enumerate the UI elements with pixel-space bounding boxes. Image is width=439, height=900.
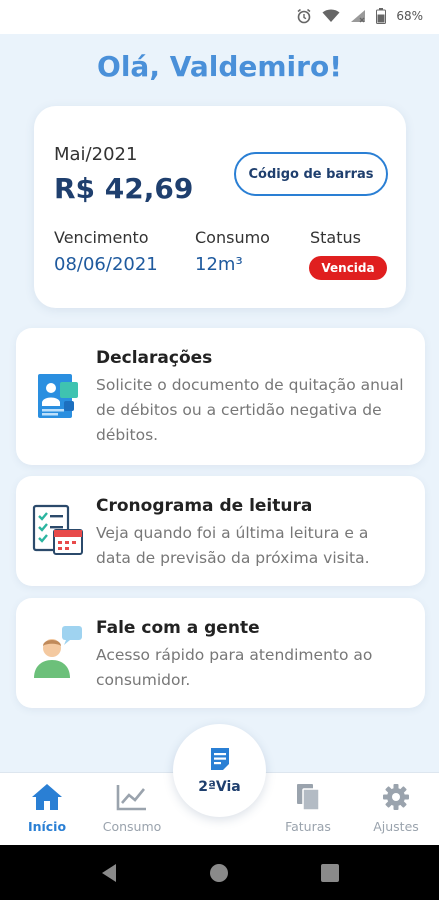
due-date-value: 08/06/2021 xyxy=(54,254,158,275)
document-certificate-icon xyxy=(30,368,86,424)
greeting-title: Olá, Valdemiro! xyxy=(97,50,342,83)
nav-invoices-label: Faturas xyxy=(285,819,331,834)
documents-icon xyxy=(292,783,324,815)
bill-month: Mai/2021 xyxy=(54,144,138,165)
reading-schedule-card[interactable]: Cronograma de leitura Veja quando foi a … xyxy=(16,476,425,586)
contact-us-description: Acesso rápido para atendimento ao consum… xyxy=(96,646,373,689)
bill-amount: R$ 42,69 xyxy=(54,172,194,205)
signal-icon xyxy=(350,9,366,23)
wifi-icon xyxy=(322,9,340,23)
declarations-description: Solicite o documento de quitação anual d… xyxy=(96,376,404,444)
nav-consumption-label: Consumo xyxy=(102,819,162,834)
alarm-icon xyxy=(296,8,312,24)
consumption-value: 12m³ xyxy=(195,254,243,275)
consumption-label: Consumo xyxy=(195,228,270,247)
checklist-calendar-icon xyxy=(30,502,86,558)
battery-percent: 68% xyxy=(396,9,423,23)
contact-us-card[interactable]: Fale com a gente Acesso rápido para aten… xyxy=(16,598,425,708)
barcode-button[interactable]: Código de barras xyxy=(234,152,388,196)
status-label: Status xyxy=(310,228,361,247)
declarations-card[interactable]: Declarações Solicite o documento de quit… xyxy=(16,328,425,465)
nav-home-label: Início xyxy=(27,819,67,834)
nav-consumption[interactable]: Consumo xyxy=(97,783,167,834)
battery-icon xyxy=(376,8,387,24)
nav-settings[interactable]: Ajustes xyxy=(361,783,431,834)
home-circle-icon[interactable] xyxy=(209,863,229,887)
nav-invoices[interactable]: Faturas xyxy=(273,783,343,834)
android-navigation-bar xyxy=(0,845,439,900)
bill-card[interactable]: Mai/2021 R$ 42,69 Código de barras Venci… xyxy=(34,106,406,308)
second-copy-button[interactable]: 2ªVia xyxy=(173,724,266,817)
status-icons: 68% xyxy=(296,8,423,24)
nav-home[interactable]: Início xyxy=(12,783,82,834)
declarations-title: Declarações xyxy=(96,348,213,368)
status-badge: Vencida xyxy=(309,256,387,280)
due-date-label: Vencimento xyxy=(54,228,149,247)
home-icon xyxy=(31,783,63,815)
second-copy-label: 2ªVia xyxy=(198,778,241,795)
nav-settings-label: Ajustes xyxy=(373,819,419,834)
person-chat-icon xyxy=(30,624,86,680)
reading-schedule-title: Cronograma de leitura xyxy=(96,496,313,516)
gear-icon xyxy=(380,783,412,815)
back-icon[interactable] xyxy=(98,862,120,888)
chart-line-icon xyxy=(116,783,148,815)
contact-us-title: Fale com a gente xyxy=(96,618,260,638)
recent-apps-icon[interactable] xyxy=(320,863,340,887)
reading-schedule-description: Veja quando foi a última leitura e a dat… xyxy=(96,524,370,567)
invoice-document-icon xyxy=(209,747,231,775)
status-bar: 68% xyxy=(0,0,439,34)
